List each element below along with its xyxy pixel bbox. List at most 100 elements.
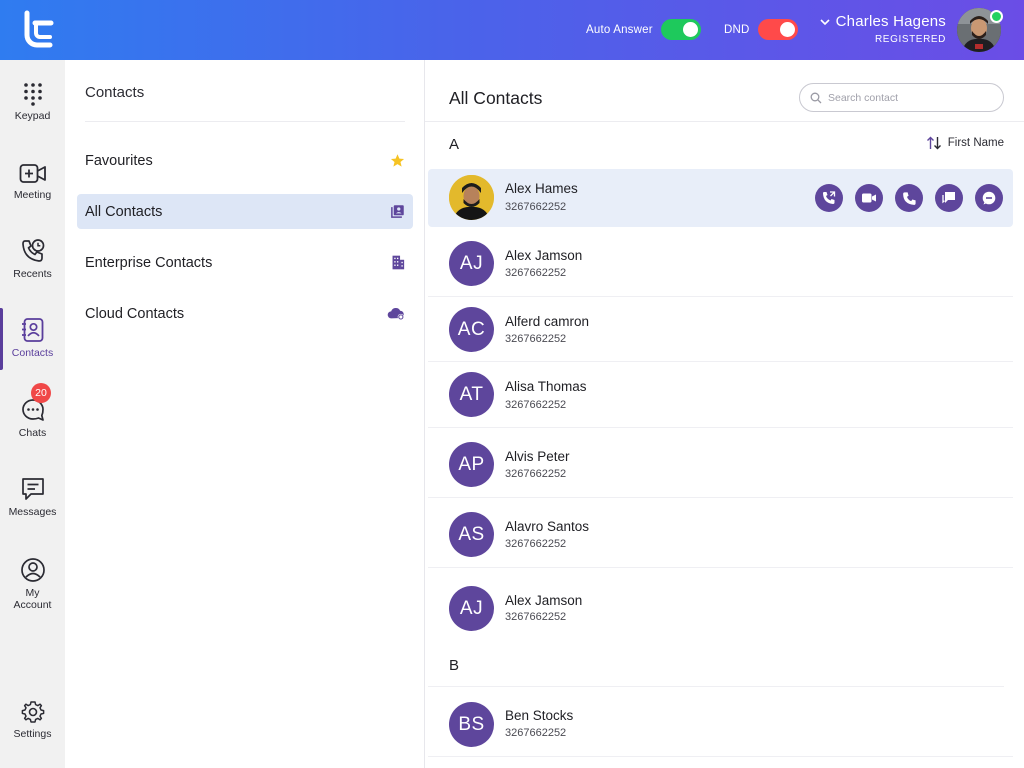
nav-my-account[interactable]: My Account <box>0 557 65 611</box>
contact-avatar: AT <box>449 372 494 417</box>
contact-row[interactable]: AS Alavro Santos 3267662252 <box>428 498 1013 568</box>
sort-control[interactable]: First Name <box>926 136 1004 150</box>
contacts-panel: Contacts Favourites All Contacts Enterpr… <box>65 60 425 768</box>
contact-name: Alferd camron <box>505 314 590 329</box>
contact-avatar: AP <box>449 442 494 487</box>
keypad-icon <box>23 83 42 106</box>
contact-avatar: AJ <box>449 586 494 631</box>
contact-name: Alvis Peter <box>505 449 570 464</box>
category-label: Cloud Contacts <box>85 305 185 322</box>
contact-actions <box>815 184 1003 212</box>
contact-avatar: AJ <box>449 241 494 286</box>
dnd-label: DND <box>724 23 750 36</box>
star-icon <box>390 154 405 167</box>
contact-avatar: AS <box>449 512 494 557</box>
building-icon <box>392 255 405 270</box>
phone-icon <box>902 191 916 205</box>
category-enterprise-contacts[interactable]: Enterprise Contacts <box>77 245 413 280</box>
auto-answer-group: Auto Answer <box>586 19 701 40</box>
dnd-group: DND <box>724 19 798 40</box>
call-forward-icon <box>823 191 836 204</box>
contact-phone: 3267662252 <box>505 468 567 480</box>
auto-answer-label: Auto Answer <box>586 23 653 36</box>
user-name: Charles Hagens <box>835 13 946 30</box>
chats-unread-badge: 20 <box>31 383 51 403</box>
contact-phone: 3267662252 <box>505 611 567 623</box>
contacts-list-view: All Contacts A First Name Alex Hames 326… <box>425 60 1024 768</box>
category-favourites[interactable]: Favourites <box>77 143 413 178</box>
nav-messages-label: Messages <box>8 506 57 518</box>
chevron-down-icon[interactable] <box>820 17 830 27</box>
contact-name: Alavro Santos <box>505 519 590 534</box>
category-all-contacts[interactable]: All Contacts <box>77 194 413 229</box>
contact-phone: 3267662252 <box>505 399 567 411</box>
nav-contacts[interactable]: Contacts <box>0 317 65 359</box>
nav-recents-label: Recents <box>13 268 52 280</box>
nav-settings[interactable]: Settings <box>0 700 65 740</box>
contact-phone: 3267662252 <box>505 267 567 279</box>
recent-calls-icon <box>21 239 44 262</box>
contact-row[interactable]: AJ Alex Jamson 3267662252 <box>428 232 1013 297</box>
contact-row[interactable]: Alex Hames 3267662252 <box>428 169 1013 227</box>
category-cloud-contacts[interactable]: Cloud Contacts <box>77 296 413 331</box>
nav-messages[interactable]: Messages <box>0 476 65 518</box>
nav-my-account-label: My Account <box>13 587 52 611</box>
cloud-sync-icon <box>387 307 404 321</box>
contact-avatar: BS <box>449 702 494 747</box>
contact-phone: 3267662252 <box>505 201 567 213</box>
nav-rail: Keypad Meeting Recents Contacts 20 Chats… <box>0 60 65 768</box>
contact-name: Alex Jamson <box>505 593 583 608</box>
user-circle-icon <box>20 558 45 582</box>
contact-card-icon <box>391 205 404 218</box>
call-forward-button[interactable] <box>815 184 843 212</box>
list-title: All Contacts <box>449 88 543 108</box>
contact-avatar: AC <box>449 307 494 352</box>
phone-call-button[interactable] <box>895 184 923 212</box>
chat-button[interactable] <box>935 184 963 212</box>
user-menu[interactable]: Charles Hagens REGISTERED <box>820 13 946 45</box>
registration-status: REGISTERED <box>874 34 946 45</box>
search-box[interactable] <box>799 83 1004 112</box>
sort-label: First Name <box>947 137 1004 149</box>
contact-row[interactable]: BS Ben Stocks 3267662252 <box>428 687 1013 757</box>
contact-phone: 3267662252 <box>505 727 567 739</box>
search-input[interactable] <box>828 91 988 104</box>
contact-row[interactable]: AP Alvis Peter 3267662252 <box>428 428 1013 498</box>
search-icon <box>810 92 822 103</box>
group-header-a: A <box>449 136 460 153</box>
contact-row[interactable]: AC Alferd camron 3267662252 <box>428 297 1013 362</box>
sort-icon <box>926 136 941 150</box>
message-icon <box>21 478 44 500</box>
gear-icon <box>21 701 44 723</box>
contact-phone: 3267662252 <box>505 333 567 345</box>
group-header-b: B <box>449 657 460 674</box>
panel-title: Contacts <box>85 84 145 101</box>
contact-name: Alisa Thomas <box>505 379 587 394</box>
video-call-button[interactable] <box>855 184 883 212</box>
category-label: Enterprise Contacts <box>85 254 213 271</box>
nav-meeting-label: Meeting <box>13 189 52 201</box>
nav-chats[interactable]: 20 Chats <box>0 383 65 439</box>
nav-contacts-label: Contacts <box>11 347 54 359</box>
contact-name: Alex Hames <box>505 181 578 196</box>
nav-meeting[interactable]: Meeting <box>0 163 65 201</box>
video-plus-icon <box>19 164 46 183</box>
category-label: All Contacts <box>85 203 163 220</box>
nav-recents[interactable]: Recents <box>0 238 65 280</box>
contact-avatar-photo <box>449 175 494 220</box>
nav-settings-label: Settings <box>13 728 52 740</box>
nav-chats-label: Chats <box>18 427 47 439</box>
contact-name: Ben Stocks <box>505 708 574 723</box>
video-call-icon <box>862 193 876 203</box>
top-bar: Auto Answer DND Charles Hagens REGISTERE… <box>0 0 1024 60</box>
contact-row[interactable]: AT Alisa Thomas 3267662252 <box>428 362 1013 428</box>
nav-keypad[interactable]: Keypad <box>0 82 65 122</box>
online-status-dot <box>990 10 1003 23</box>
nav-keypad-label: Keypad <box>14 110 51 122</box>
message-button[interactable] <box>975 184 1003 212</box>
panel-divider <box>85 121 405 122</box>
contact-phone: 3267662252 <box>505 538 567 550</box>
auto-answer-toggle[interactable] <box>660 19 701 40</box>
contact-row[interactable]: AJ Alex Jamson 3267662252 <box>428 568 1013 640</box>
dnd-toggle[interactable] <box>757 19 798 40</box>
